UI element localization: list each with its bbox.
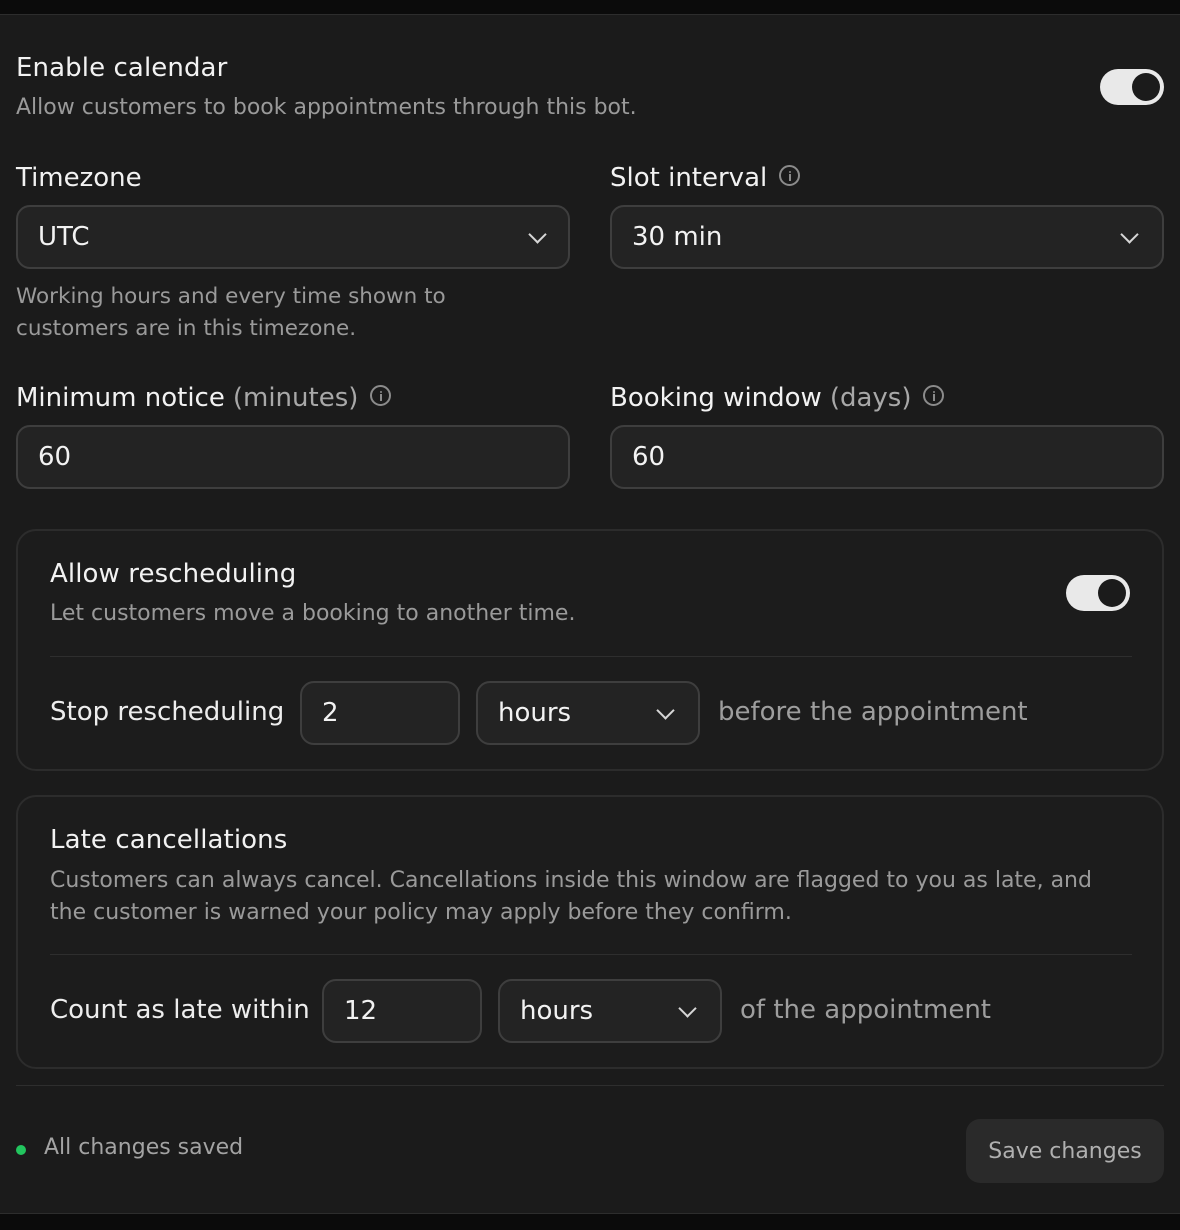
minimum-notice-value: 60 <box>38 442 72 472</box>
enable-calendar-subtitle: Allow customers to book appointments thr… <box>16 95 637 120</box>
allow-rescheduling-toggle[interactable] <box>1066 575 1130 611</box>
footer-divider <box>16 1085 1164 1086</box>
booking-window-unit: (days) <box>829 383 912 413</box>
saved-status-dot <box>16 1145 26 1155</box>
booking-window-input[interactable]: 60 <box>610 425 1164 489</box>
toggle-knob <box>1098 579 1126 607</box>
late-cancellations-card: Late cancellations Customers can always … <box>16 795 1164 1069</box>
save-status-text: All changes saved <box>44 1135 244 1160</box>
timezone-value: UTC <box>38 222 90 252</box>
timezone-help-text: Working hours and every time shown to cu… <box>16 284 446 341</box>
rescheduling-title: Allow rescheduling <box>50 559 297 589</box>
info-icon[interactable] <box>923 385 945 406</box>
chevron-down-icon <box>1120 225 1139 244</box>
chevron-down-icon <box>656 701 675 720</box>
booking-window-label: Booking window (days) <box>610 383 945 413</box>
slot-interval-label: Slot interval <box>610 163 801 193</box>
chevron-down-icon <box>528 225 547 244</box>
late-cancellations-title: Late cancellations <box>50 825 288 855</box>
timezone-label: Timezone <box>16 163 142 193</box>
enable-calendar-title: Enable calendar <box>16 53 228 83</box>
enable-calendar-toggle[interactable] <box>1100 69 1164 105</box>
timezone-select[interactable]: UTC <box>16 205 570 269</box>
slot-interval-value: 30 min <box>632 222 723 252</box>
minimum-notice-label: Minimum notice (minutes) <box>16 383 392 413</box>
late-cancellations-description: Customers can always cancel. Cancellatio… <box>50 868 1092 925</box>
stop-rescheduling-label: Stop rescheduling <box>50 697 285 727</box>
count-as-late-unit: hours <box>520 996 594 1026</box>
chevron-down-icon <box>678 999 697 1018</box>
minimum-notice-input[interactable]: 60 <box>16 425 570 489</box>
info-icon[interactable] <box>779 165 801 186</box>
slot-interval-select[interactable]: 30 min <box>610 205 1164 269</box>
minimum-notice-unit: (minutes) <box>232 383 359 413</box>
count-as-late-label: Count as late within <box>50 995 310 1025</box>
count-as-late-amount: 12 <box>344 996 378 1026</box>
toggle-knob <box>1132 73 1160 101</box>
rescheduling-card: Allow rescheduling Let customers move a … <box>16 529 1164 771</box>
rescheduling-subtitle: Let customers move a booking to another … <box>50 601 576 626</box>
stop-rescheduling-unit-select[interactable]: hours <box>476 681 700 745</box>
count-as-late-amount-input[interactable]: 12 <box>322 979 482 1043</box>
save-changes-button[interactable]: Save changes <box>966 1119 1164 1183</box>
info-icon[interactable] <box>370 385 392 406</box>
count-as-late-unit-select[interactable]: hours <box>498 979 722 1043</box>
divider <box>50 954 1132 955</box>
count-as-late-suffix: of the appointment <box>740 995 991 1025</box>
booking-window-value: 60 <box>632 442 666 472</box>
stop-rescheduling-suffix: before the appointment <box>718 697 1028 727</box>
divider <box>50 656 1132 657</box>
stop-rescheduling-amount: 2 <box>322 698 339 728</box>
stop-rescheduling-unit: hours <box>498 698 572 728</box>
stop-rescheduling-amount-input[interactable]: 2 <box>300 681 460 745</box>
calendar-settings-panel: Enable calendar Allow customers to book … <box>0 14 1180 1214</box>
